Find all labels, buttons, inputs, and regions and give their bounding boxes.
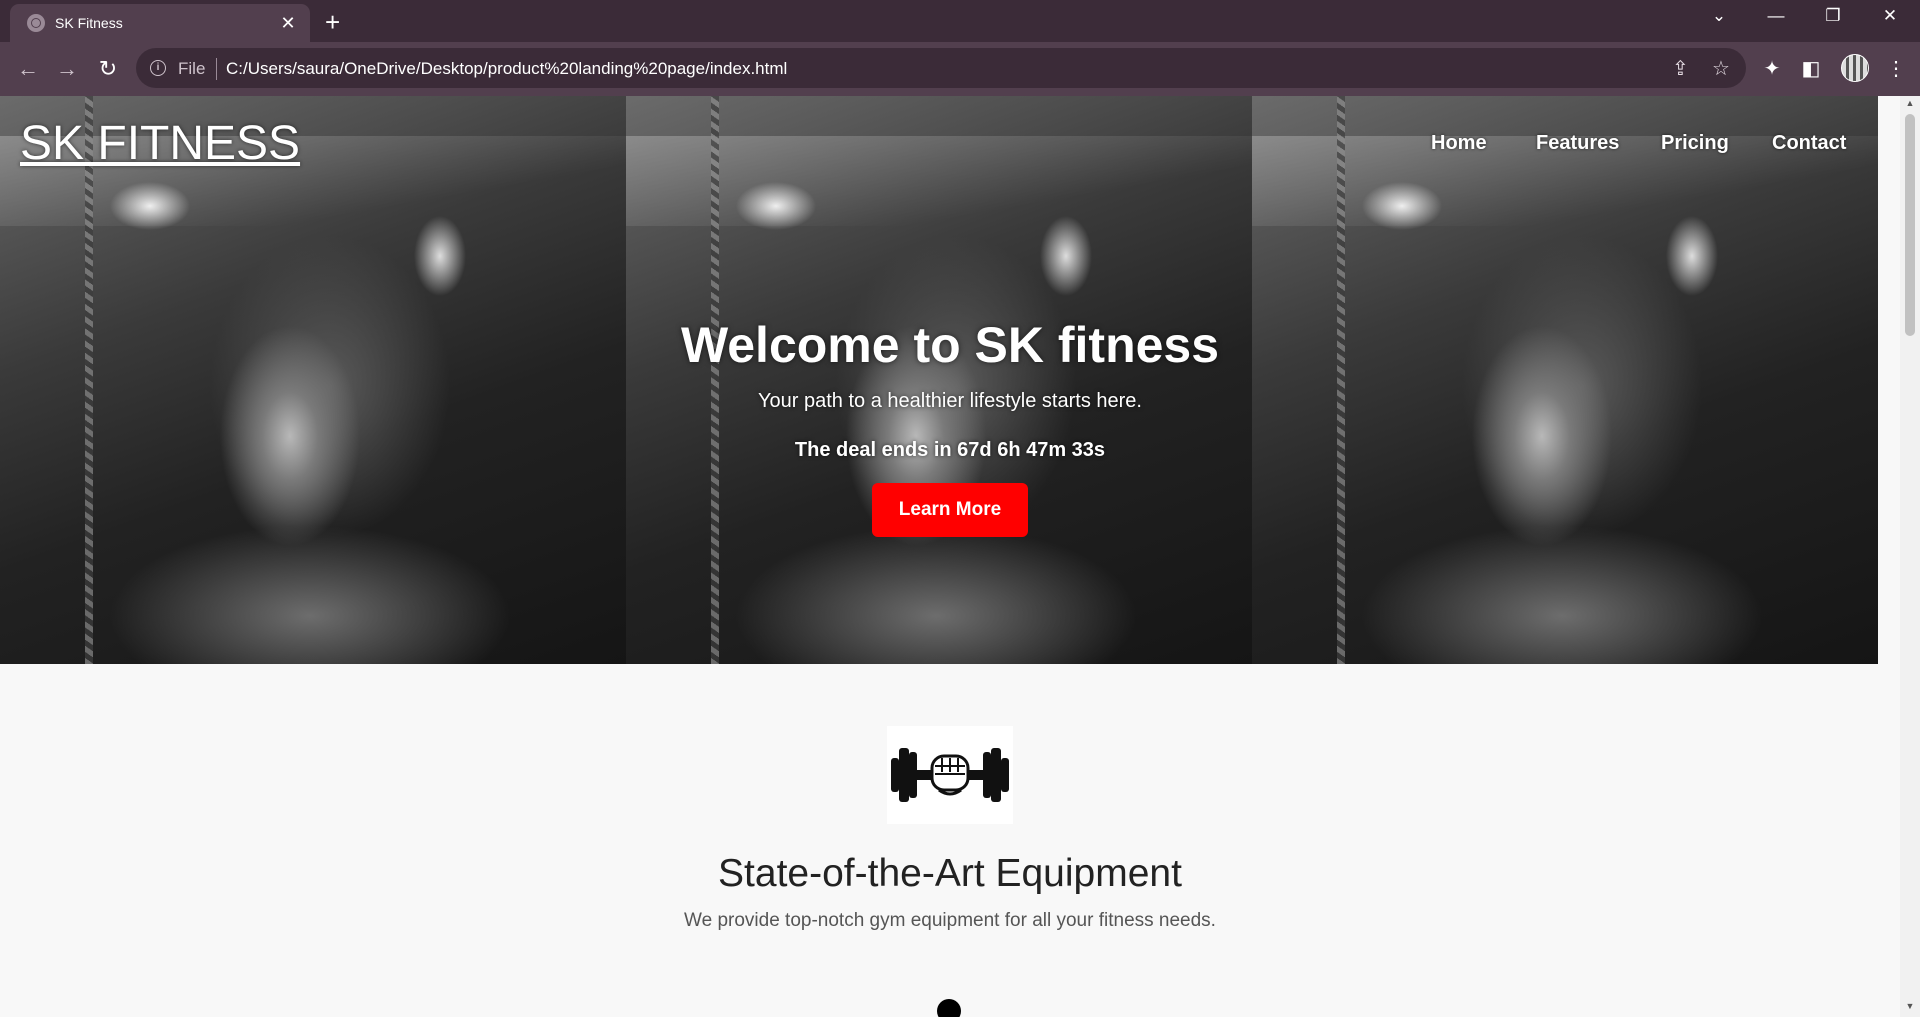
extensions-icon[interactable]: ✦ <box>1759 56 1785 81</box>
hero-subtitle: Your path to a healthier lifestyle start… <box>758 390 1142 412</box>
tab-strip: SK Fitness ✕ + ⌄ — ❐ ✕ <box>0 0 1920 42</box>
close-window-button[interactable]: ✕ <box>1875 6 1905 26</box>
hero-section <box>0 96 1900 664</box>
hero-background-image <box>0 96 626 664</box>
hero-background-image <box>1252 96 1878 664</box>
feature-description: We provide top-notch gym equipment for a… <box>684 910 1216 931</box>
scroll-down-arrow-icon[interactable]: ▼ <box>1900 1001 1920 1015</box>
forward-button[interactable]: → <box>53 56 81 82</box>
nav-link-features[interactable]: Features <box>1536 132 1619 155</box>
brand-logo[interactable]: SK FITNESS <box>20 116 300 171</box>
tab-title: SK Fitness <box>55 15 123 31</box>
nav-link-pricing[interactable]: Pricing <box>1661 132 1729 155</box>
next-feature-icon-partial <box>937 999 961 1017</box>
url-text[interactable]: C:/Users/saura/OneDrive/Desktop/product%… <box>226 59 787 79</box>
address-bar[interactable]: i File C:/Users/saura/OneDrive/Desktop/p… <box>136 48 1746 88</box>
browser-tab[interactable]: SK Fitness ✕ <box>10 4 310 42</box>
minimize-button[interactable]: — <box>1761 6 1791 26</box>
tab-close-icon[interactable]: ✕ <box>278 13 298 34</box>
scheme-label: File <box>178 59 206 78</box>
learn-more-button[interactable]: Learn More <box>872 483 1028 537</box>
browser-toolbar: ← → ↻ i File C:/Users/saura/OneDrive/Des… <box>0 42 1920 96</box>
feature-title: State-of-the-Art Equipment <box>718 852 1182 895</box>
hero-background-image <box>626 96 1252 664</box>
reload-button[interactable]: ↻ <box>94 56 122 82</box>
scroll-thumb[interactable] <box>1905 114 1915 336</box>
divider <box>216 58 217 80</box>
star-icon[interactable]: ☆ <box>1712 56 1730 81</box>
restore-button[interactable]: ❐ <box>1818 6 1848 26</box>
profile-avatar[interactable] <box>1841 54 1869 82</box>
deal-countdown: The deal ends in 67d 6h 47m 33s <box>794 439 1106 461</box>
dumbbell-fist-icon <box>887 726 1013 824</box>
new-tab-button[interactable]: + <box>325 7 340 38</box>
share-icon[interactable]: ⇪ <box>1672 56 1689 81</box>
nav-link-contact[interactable]: Contact <box>1772 132 1846 155</box>
info-icon[interactable]: i <box>150 60 166 76</box>
hero-title: Welcome to SK fitness <box>680 317 1220 373</box>
page-scrollbar[interactable]: ▲ ▼ <box>1900 96 1920 1017</box>
tab-search-icon[interactable]: ⌄ <box>1704 6 1734 26</box>
scroll-up-arrow-icon[interactable]: ▲ <box>1900 98 1920 112</box>
page-viewport: SK FITNESS Home Features Pricing Contact… <box>0 96 1900 1017</box>
menu-icon[interactable]: ⋮ <box>1883 56 1909 81</box>
globe-icon <box>27 14 45 32</box>
sidepanel-icon[interactable]: ◧ <box>1798 56 1824 81</box>
back-button[interactable]: ← <box>14 56 42 82</box>
nav-link-home[interactable]: Home <box>1431 132 1487 155</box>
